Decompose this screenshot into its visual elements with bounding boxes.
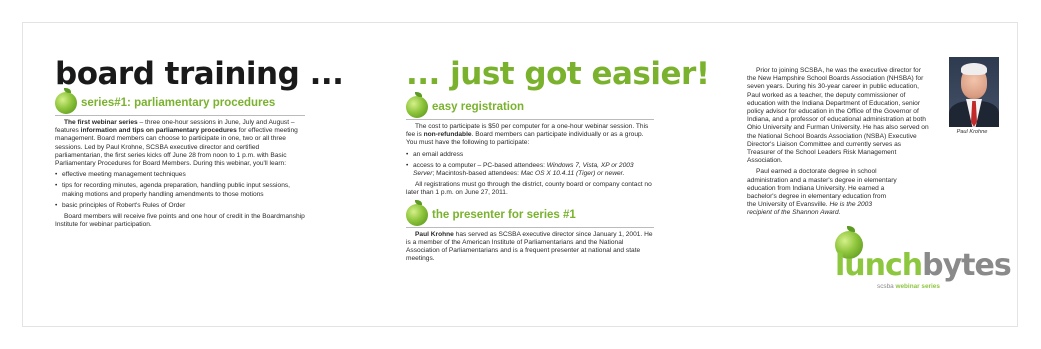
logo-word-bytes: bytes bbox=[922, 248, 1012, 283]
lunchbytes-logo: lunchbytes scsba webinar series bbox=[817, 226, 1012, 291]
apple-icon bbox=[406, 92, 428, 118]
req-text-b: ; Macintosh-based attendees: bbox=[432, 170, 521, 178]
requirements-list: an email address access to a computer – … bbox=[406, 151, 654, 179]
bio-block: Prior to joining SCSBA, he was the execu… bbox=[747, 57, 929, 218]
bio-paragraph-2: Paul earned a doctorate degree in school… bbox=[747, 168, 897, 217]
apple-icon bbox=[406, 199, 428, 226]
credit-paragraph: Board members will receive five points a… bbox=[55, 213, 305, 229]
logo-sub-series: webinar series bbox=[895, 283, 940, 290]
section-title-presenter: the presenter for series #1 bbox=[432, 208, 576, 221]
list-item: basic principles of Robert's Rules of Or… bbox=[55, 202, 305, 210]
intro-bold: information and tips on parliamentary pr… bbox=[80, 127, 237, 135]
column-bio: Paul Krohne Prior to joining SCSBA, he w… bbox=[747, 57, 1012, 290]
list-item: access to a computer – PC-based attendee… bbox=[406, 162, 654, 178]
section-header-presenter: the presenter for series #1 bbox=[406, 199, 654, 226]
presenter-lead: Paul Krohne bbox=[415, 230, 454, 238]
headline-board-training: board training ... bbox=[55, 56, 344, 92]
logo-sub-org: scsba bbox=[877, 283, 894, 290]
registration-deadline: All registrations must go through the di… bbox=[406, 181, 652, 197]
presenter-photo bbox=[949, 57, 999, 127]
intro-paragraph: The first webinar series – three one-hou… bbox=[55, 119, 305, 168]
logo-word-lunch: lunch bbox=[835, 248, 923, 283]
bio-text-2: Paul earned a doctorate degree in school… bbox=[747, 168, 897, 209]
logo-wordmark: lunchbytes bbox=[835, 248, 1012, 283]
section-title-series1: series#1: parliamentary procedures bbox=[81, 97, 276, 109]
bio-paragraph-1: Prior to joining SCSBA, he was the execu… bbox=[747, 67, 929, 165]
registration-paragraph: The cost to participate is $50 per compu… bbox=[406, 123, 654, 148]
list-item: tips for recording minutes, agenda prepa… bbox=[55, 182, 305, 198]
divider bbox=[55, 115, 305, 116]
reg-bold: non-refundable bbox=[423, 131, 472, 139]
photo-caption: Paul Krohne bbox=[956, 129, 988, 135]
learning-list: effective meeting management techniques … bbox=[55, 171, 305, 210]
column-registration: ... just got easier! easy registration T… bbox=[406, 56, 710, 266]
divider bbox=[406, 119, 654, 120]
logo-subtitle: scsba webinar series bbox=[877, 283, 940, 290]
req-italic-2: Mac OS X 10.4.11 (Tiger) or newer. bbox=[520, 170, 625, 178]
column-board-training: board training ... series#1: parliamenta… bbox=[55, 56, 344, 232]
section-title-registration: easy registration bbox=[432, 101, 525, 113]
apple-icon bbox=[55, 88, 77, 114]
headline-just-got-easier: ... just got easier! bbox=[406, 56, 710, 92]
newsletter-page: board training ... series#1: parliamenta… bbox=[22, 22, 1018, 327]
divider bbox=[406, 226, 654, 228]
section-header-series1: series#1: parliamentary procedures bbox=[55, 88, 305, 114]
intro-lead: The first webinar series bbox=[64, 119, 138, 126]
list-item: an email address bbox=[406, 151, 654, 159]
list-item: effective meeting management techniques bbox=[55, 171, 305, 179]
req-text-a: access to a computer – PC-based attendee… bbox=[413, 161, 547, 169]
section-header-registration: easy registration bbox=[406, 92, 654, 118]
presenter-paragraph: Paul Krohne has served as SCSBA executiv… bbox=[406, 231, 654, 264]
